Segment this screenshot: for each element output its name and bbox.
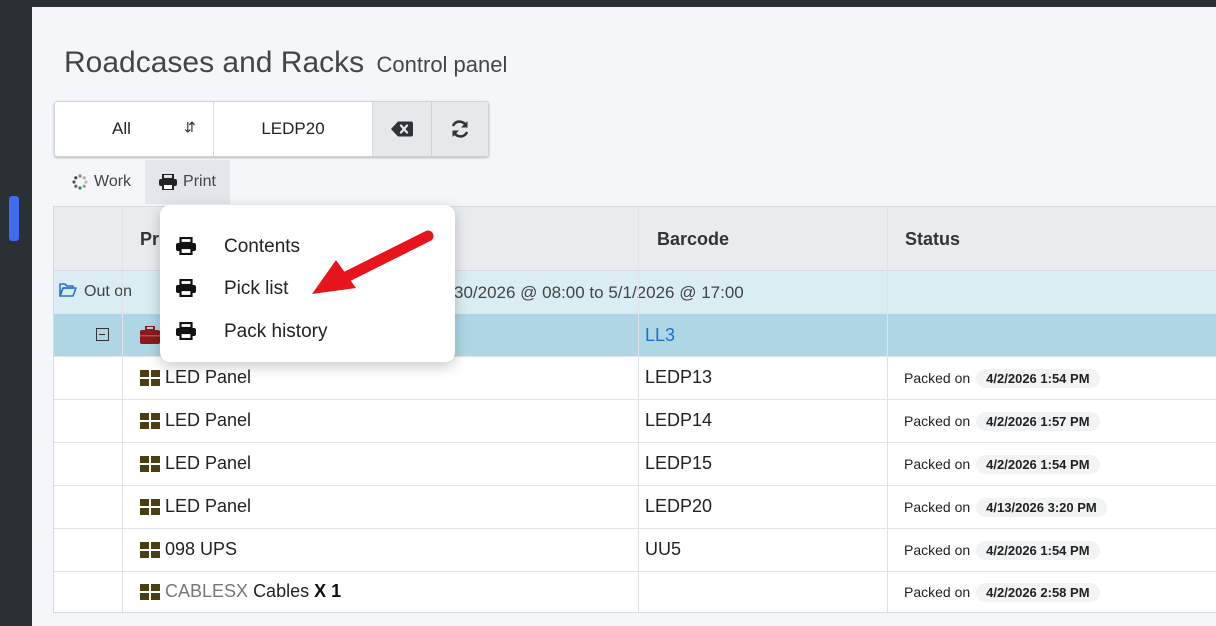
status-time-badge: 4/13/2026 3:20 PM (976, 498, 1107, 517)
column-divider (638, 207, 639, 612)
printer-icon (159, 174, 178, 190)
roadcase-icon (140, 326, 160, 344)
item-barcode: LEDP14 (645, 410, 713, 430)
item-name: LED Panel (165, 496, 252, 516)
select-updown-icon: ⇵ (184, 119, 196, 135)
ups-icon (140, 542, 160, 558)
column-header-product[interactable]: Pr (140, 229, 159, 250)
column-header-barcode[interactable]: Barcode (657, 229, 729, 250)
table-row[interactable]: LED Panel LEDP14 Packed on 4/2/2026 1:57 … (54, 400, 1216, 443)
led-panel-icon (140, 499, 160, 515)
led-panel-icon (140, 370, 160, 386)
status-label: Packed on (904, 542, 971, 558)
sidebar-active-indicator[interactable] (9, 196, 19, 241)
tab-work-label: Work (94, 173, 132, 190)
table-row[interactable]: LED Panel LEDP20 Packed on 4/13/2026 3:20… (54, 486, 1216, 529)
item-name: LED Panel (165, 367, 252, 387)
item-status: Packed on 4/13/2026 3:20 PM (904, 498, 1107, 517)
status-time-badge: 4/2/2026 1:57 PM (976, 412, 1100, 431)
item-barcode: UU5 (645, 539, 682, 559)
printer-icon (176, 237, 196, 255)
group-dates: 30/2026 @ 08:00 to 5/1/2026 @ 17:00 (454, 283, 744, 302)
item-name: LED Panel (165, 453, 252, 473)
item-quantity: X 1 (314, 581, 342, 601)
item-status: Packed on 4/2/2026 1:54 PM (904, 455, 1100, 474)
view-tabs: Work Print (58, 160, 230, 204)
status-label: Packed on (904, 413, 971, 429)
print-menu-label: Pick list (224, 278, 289, 299)
table-row[interactable]: LED Panel LEDP15 Packed on 4/2/2026 1:54 … (54, 443, 1216, 486)
red-arrow-annotation (312, 230, 434, 294)
tab-work[interactable]: Work (58, 160, 145, 204)
column-header-status[interactable]: Status (905, 229, 960, 250)
item-name: 098 UPS (165, 539, 238, 559)
tab-print-label: Print (183, 173, 216, 190)
item-status: Packed on 4/2/2026 1:54 PM (904, 369, 1100, 388)
print-menu-label: Pack history (224, 321, 328, 342)
group-label: Out on (84, 283, 133, 300)
item-name: LED Panel (165, 410, 252, 430)
item-name-text: Cables (253, 581, 310, 601)
refresh-button[interactable] (432, 102, 488, 156)
led-panel-icon (140, 413, 160, 429)
status-label: Packed on (904, 499, 971, 515)
filter-select-value: All (112, 119, 131, 138)
spinner-icon (72, 174, 88, 190)
filter-group: All ⇵ (54, 101, 489, 157)
page-subtitle: Control panel (376, 52, 508, 77)
status-time-badge: 4/2/2026 2:58 PM (976, 583, 1100, 602)
cables-icon (140, 584, 160, 600)
item-status: Packed on 4/2/2026 2:58 PM (904, 583, 1100, 602)
print-menu-item-pack-history[interactable]: Pack history (160, 311, 455, 351)
folder-open-icon (59, 283, 77, 297)
clear-search-button[interactable] (373, 102, 432, 156)
filter-select[interactable]: All ⇵ (55, 102, 214, 156)
item-barcode: LEDP20 (645, 496, 713, 516)
printer-icon (176, 279, 196, 297)
printer-icon (176, 322, 196, 340)
top-bar (32, 0, 1216, 7)
column-divider (122, 207, 123, 612)
status-time-badge: 4/2/2026 1:54 PM (976, 541, 1100, 560)
collapse-toggle-icon[interactable] (96, 328, 109, 341)
status-label: Packed on (904, 370, 971, 386)
status-time-badge: 4/2/2026 1:54 PM (976, 369, 1100, 388)
tab-print[interactable]: Print (145, 160, 230, 204)
item-barcode: LEDP13 (645, 367, 713, 387)
refresh-icon (452, 120, 468, 138)
table-row[interactable]: LED Panel LEDP13 Packed on 4/2/2026 1:54 … (54, 357, 1216, 400)
status-time-badge: 4/2/2026 1:54 PM (976, 455, 1100, 474)
left-sidebar (0, 0, 32, 626)
table-row[interactable]: CABLESX Cables X 1 Packed on 4/2/2026 2:5… (54, 571, 1216, 613)
table-row[interactable]: 098 UPS UU5 Packed on 4/2/2026 1:54 PM (54, 529, 1216, 572)
backspace-icon (391, 121, 413, 137)
column-divider (887, 207, 888, 612)
item-code: CABLESX (165, 581, 249, 601)
item-status: Packed on 4/2/2026 1:57 PM (904, 412, 1100, 431)
case-barcode-link[interactable]: LL3 (645, 325, 675, 346)
status-label: Packed on (904, 584, 971, 600)
page-title-text: Roadcases and Racks (64, 46, 365, 79)
page-title: Roadcases and Racks Control panel (64, 46, 507, 80)
item-name: CABLESX Cables X 1 (165, 581, 341, 602)
led-panel-icon (140, 456, 160, 472)
item-barcode: LEDP15 (645, 453, 713, 473)
status-label: Packed on (904, 456, 971, 472)
print-menu-label: Contents (224, 236, 301, 257)
search-input[interactable] (214, 102, 373, 156)
item-status: Packed on 4/2/2026 1:54 PM (904, 541, 1100, 560)
